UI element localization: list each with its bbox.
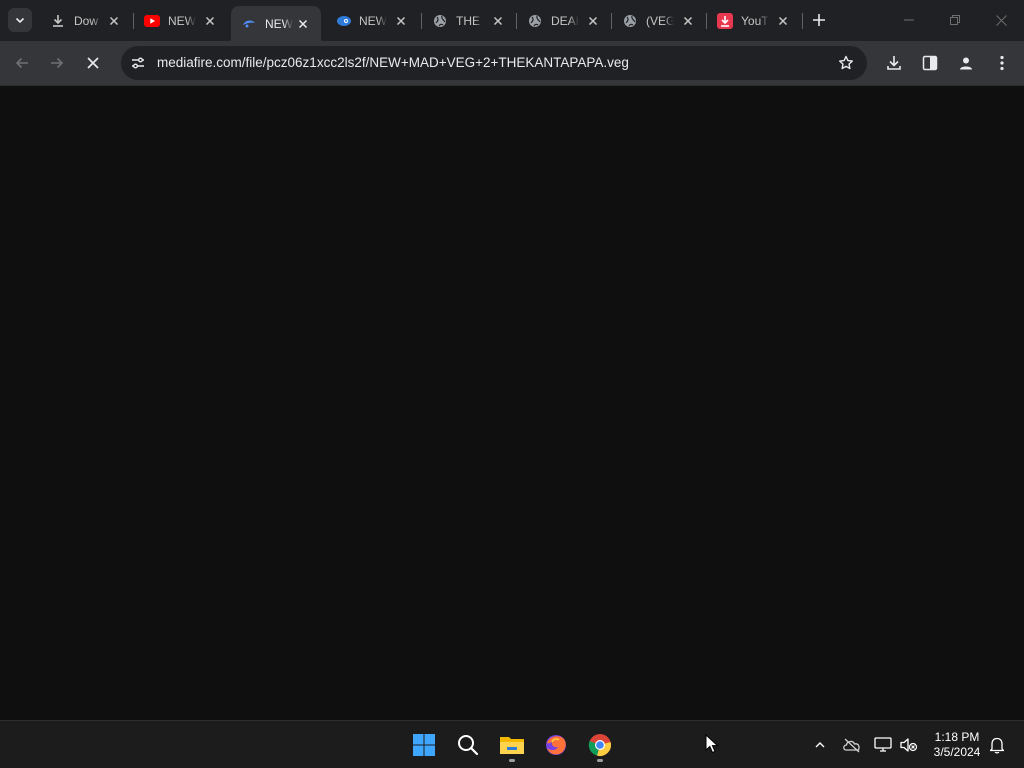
tab-title: YouT [741, 14, 769, 28]
taskbar: 1:18 PM 3/5/2024 [0, 720, 1024, 768]
youtube-icon [144, 13, 160, 29]
tab-title: (VEG [646, 14, 674, 28]
close-icon[interactable] [775, 13, 791, 29]
address-bar[interactable]: mediafire.com/file/pcz06z1xcc2ls2f/NEW+M… [121, 46, 867, 80]
running-indicator [509, 759, 515, 762]
chrome-icon[interactable] [582, 727, 618, 763]
tab-title: NEW [168, 14, 196, 28]
firefox-icon[interactable] [538, 727, 574, 763]
clock-time: 1:18 PM [934, 730, 980, 744]
close-window-button[interactable] [978, 0, 1024, 40]
tab-title: NEW [359, 14, 387, 28]
download-icon [50, 13, 66, 29]
search-icon[interactable] [450, 727, 486, 763]
close-icon[interactable] [680, 13, 696, 29]
profile-icon [960, 57, 972, 70]
volume-muted-icon[interactable] [897, 733, 921, 757]
close-icon[interactable] [106, 13, 122, 29]
arrow-left-icon [15, 57, 28, 69]
arrow-right-icon [51, 57, 64, 69]
side-panel-button[interactable] [915, 48, 945, 78]
tab-veg[interactable]: (VEG [612, 7, 706, 35]
chevron-up-icon [815, 742, 825, 748]
tab-title: THE [456, 14, 480, 28]
tab-downloads[interactable]: Dow [40, 7, 132, 35]
downloads-button[interactable] [879, 48, 909, 78]
tab-title: DEAI [551, 14, 579, 28]
running-indicator [597, 759, 603, 762]
page-content [0, 87, 1024, 720]
close-icon[interactable] [490, 13, 506, 29]
tab-title: NEW [265, 16, 293, 31]
windows-start-icon[interactable] [406, 727, 442, 763]
network-icon[interactable] [871, 733, 895, 757]
download-icon [887, 56, 901, 70]
globe-icon [432, 13, 448, 29]
plus-icon [813, 14, 825, 26]
close-icon [995, 14, 1007, 26]
tab-deal[interactable]: DEAI [517, 7, 611, 35]
globe-icon [527, 13, 543, 29]
site-info-icon[interactable] [129, 54, 147, 72]
tab-mediafire[interactable]: NEW [325, 7, 419, 35]
minimize-icon [904, 19, 914, 21]
file-explorer-icon[interactable] [494, 727, 530, 763]
browser-toolbar: mediafire.com/file/pcz06z1xcc2ls2f/NEW+M… [0, 41, 1024, 86]
notifications-icon[interactable] [985, 733, 1009, 757]
url-text[interactable]: mediafire.com/file/pcz06z1xcc2ls2f/NEW+M… [157, 55, 629, 70]
bookmark-star-icon[interactable] [837, 54, 855, 72]
minimize-button[interactable] [886, 0, 932, 40]
tab-divider [802, 13, 803, 29]
new-tab-button[interactable] [808, 9, 830, 31]
tab-youtube-downloader[interactable]: YouT [707, 7, 801, 35]
tab-the[interactable]: THE [422, 7, 516, 35]
restore-icon [950, 15, 960, 25]
close-icon[interactable] [295, 16, 311, 32]
clock-date: 3/5/2024 [933, 745, 981, 759]
tab-title: Dow [74, 14, 99, 28]
youtube-downloader-icon [717, 13, 733, 29]
globe-icon [622, 13, 638, 29]
onedrive-icon[interactable] [840, 733, 864, 757]
tab-active-mediafire[interactable]: NEW [231, 6, 321, 41]
stop-loading-button[interactable] [78, 48, 108, 78]
close-icon[interactable] [202, 13, 218, 29]
more-vertical-icon [1000, 55, 1004, 71]
chevron-down-icon [15, 17, 25, 24]
tab-search-button[interactable] [8, 8, 32, 32]
tab-youtube[interactable]: NEW [134, 7, 228, 35]
clock[interactable]: 1:18 PM 3/5/2024 [926, 730, 988, 760]
side-panel-icon [922, 55, 938, 71]
close-icon[interactable] [393, 13, 409, 29]
fish-icon [335, 13, 351, 29]
restore-button[interactable] [932, 0, 978, 40]
close-icon [87, 57, 99, 69]
mouse-cursor-icon [705, 733, 719, 759]
show-hidden-icons-button[interactable] [808, 733, 832, 757]
profile-button[interactable] [951, 48, 981, 78]
back-button[interactable] [7, 48, 37, 78]
menu-button[interactable] [987, 48, 1017, 78]
loading-icon [241, 16, 257, 32]
tab-strip: Dow NEW NEW NEW THE DEAI (VEG YouT [0, 0, 1024, 41]
close-icon[interactable] [585, 13, 601, 29]
forward-button[interactable] [42, 48, 72, 78]
